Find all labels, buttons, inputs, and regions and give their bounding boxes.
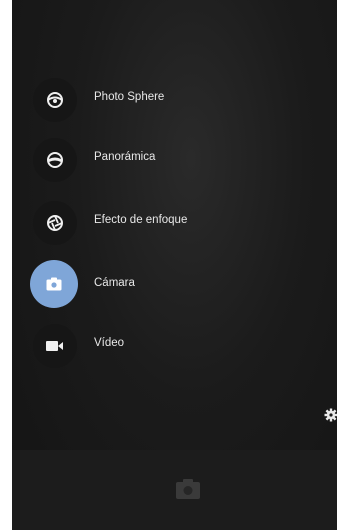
mode-item-photo-sphere[interactable]: Photo Sphere (12, 76, 312, 136)
mode-label: Photo Sphere (94, 91, 165, 103)
mode-label: Vídeo (94, 337, 125, 349)
lens-blur-icon (33, 201, 77, 245)
mode-label: Cámara (94, 277, 135, 289)
mode-label: Efecto de enfoque (94, 214, 188, 226)
photo-sphere-icon (33, 78, 77, 122)
shutter-button[interactable] (170, 474, 206, 504)
mode-item-lens-blur[interactable]: Efecto de enfoque (12, 199, 312, 259)
mode-label: Panorámica (94, 151, 156, 163)
mode-item-video[interactable]: Vídeo (12, 322, 312, 382)
shutter-camera-icon (176, 479, 200, 499)
mode-item-panorama[interactable]: Panorámica (12, 136, 312, 196)
settings-gear-icon[interactable] (321, 405, 337, 425)
camera-screen: Photo Sphere Panorámica Efecto de enfoqu… (12, 0, 337, 530)
mode-item-camera[interactable]: Cámara (12, 260, 312, 322)
video-icon (33, 324, 77, 368)
panorama-icon (33, 138, 77, 182)
camera-icon (30, 260, 78, 308)
